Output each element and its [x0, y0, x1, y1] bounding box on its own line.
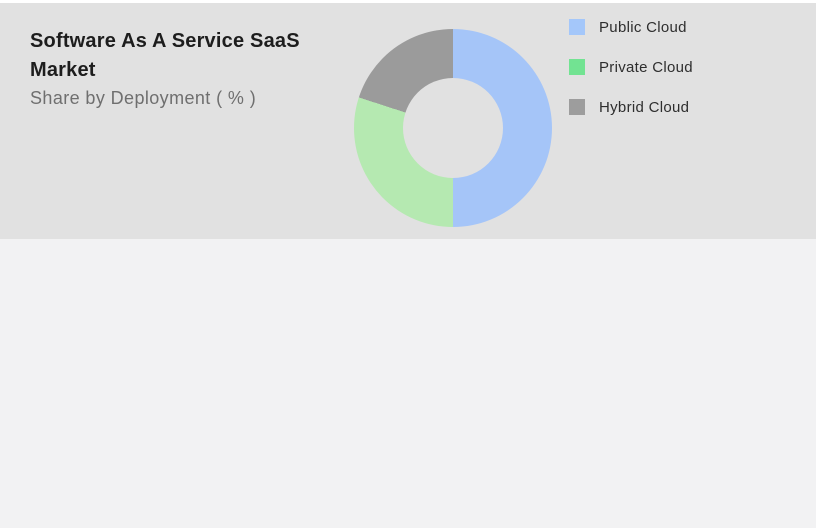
top-panel: Software As A Service SaaS Market Share … [0, 3, 816, 239]
legend-swatch [569, 19, 585, 35]
infographic: Software As A Service SaaS Market Share … [0, 0, 816, 528]
page-title: Software As A Service SaaS Market [30, 30, 300, 81]
legend-label: Hybrid Cloud [599, 98, 690, 116]
bottom-panel: 2019202020212022202320242025202620272028… [0, 239, 816, 528]
legend: Public Cloud Private Cloud Hybrid Cloud [569, 19, 693, 139]
legend-label: Public Cloud [599, 18, 687, 36]
legend-label: Private Cloud [599, 58, 693, 76]
donut-chart [354, 29, 552, 227]
legend-item-private-cloud: Private Cloud [569, 58, 693, 76]
legend-item-hybrid-cloud: Hybrid Cloud [569, 98, 693, 116]
page-subtitle: Share by Deployment ( % ) [30, 88, 257, 108]
legend-swatch [569, 99, 585, 115]
donut-hole [403, 78, 503, 178]
legend-item-public-cloud: Public Cloud [569, 18, 693, 36]
legend-swatch [569, 59, 585, 75]
